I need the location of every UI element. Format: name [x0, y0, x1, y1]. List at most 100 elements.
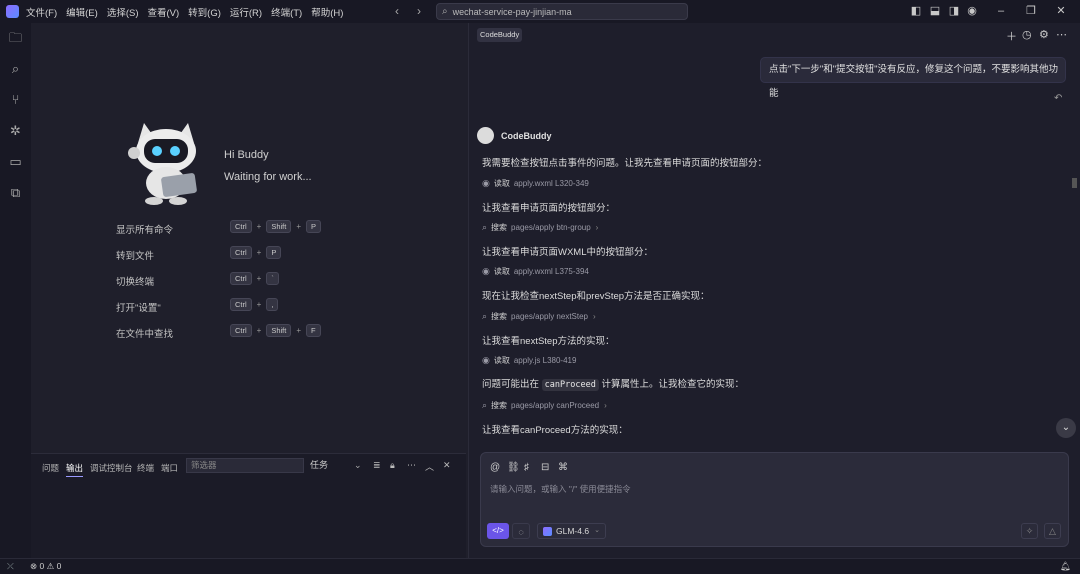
back-arrow-icon[interactable]: ‹: [395, 4, 399, 18]
tab-output[interactable]: 输出: [66, 462, 84, 477]
new-chat-icon[interactable]: ＋: [1006, 28, 1017, 44]
tab-terminal[interactable]: 终端: [137, 462, 154, 474]
remote-explorer-icon[interactable]: ▭: [8, 154, 23, 169]
eye-icon: ◉: [482, 355, 490, 365]
assistant-message: 我需要检查按钮点击事件的问题。让我先查看申请页面的按钮部分：: [482, 158, 768, 169]
search-icon: ⌕: [482, 222, 488, 232]
tool-call-read[interactable]: ◉ 读取 apply.wxml L375-394: [482, 266, 589, 277]
assistant-message: 现在让我检查nextStep和prevStep方法是否正确实现：: [482, 291, 710, 302]
shortcut-label-commands: 显示所有命令: [116, 225, 174, 236]
search-value: wechat-service-pay-jinjian-ma: [452, 6, 572, 17]
scroll-to-bottom-button[interactable]: ⌄: [1056, 418, 1076, 438]
task-select[interactable]: 任务 ⌄: [308, 458, 368, 473]
tab-problems[interactable]: 问题: [42, 462, 59, 474]
mcp-icon[interactable]: ⌘: [558, 462, 568, 473]
more-icon[interactable]: ⋯: [1056, 28, 1067, 41]
shortcut-keys-settings: Ctrl + ,: [230, 298, 279, 311]
extensions-icon[interactable]: ⧉: [8, 185, 23, 200]
chat-mode-icon[interactable]: ◌: [512, 523, 530, 539]
code-mode-button[interactable]: </>: [487, 523, 509, 539]
toggle-panel-icon[interactable]: ⬓: [929, 5, 941, 17]
close-icon[interactable]: ✕: [1055, 5, 1067, 17]
tab-debug-console[interactable]: 调试控制台: [90, 462, 133, 474]
tool-target: apply.js L380-419: [513, 356, 577, 365]
mention-icon[interactable]: @: [490, 462, 500, 473]
knowledge-icon[interactable]: ⊟: [541, 462, 549, 473]
command-center-search[interactable]: ⌕ wechat-service-pay-jinjian-ma: [436, 3, 688, 20]
wrap-lines-icon[interactable]: ≣: [373, 460, 381, 471]
link-icon[interactable]: ⛓: [507, 462, 520, 473]
menu-help[interactable]: 帮助(H): [311, 5, 343, 19]
tool-target: apply.wxml L320-349: [513, 179, 589, 188]
problems-status[interactable]: ⊗ 0 ⚠ 0: [30, 561, 61, 572]
more-actions-icon[interactable]: ⋯: [407, 460, 416, 471]
search-icon: ⌕: [442, 6, 448, 17]
toggle-sidebar-icon[interactable]: ◧: [910, 5, 922, 17]
toggle-secondary-sidebar-icon[interactable]: ◨: [948, 5, 960, 17]
menu-file[interactable]: 文件(F): [26, 5, 57, 19]
shortcut-keys-goto-file: Ctrl + P: [230, 246, 282, 259]
chevron-right-icon: ›: [593, 312, 596, 321]
account-icon[interactable]: ◉: [966, 5, 978, 17]
menu-view[interactable]: 查看(V): [147, 5, 179, 19]
tool-target: apply.wxml L375-394: [513, 267, 589, 276]
menu-goto[interactable]: 转到(G): [188, 5, 221, 19]
undo-icon[interactable]: ↶: [1054, 93, 1062, 104]
warning-count: 0: [56, 561, 62, 571]
tool-verb: 搜索: [491, 223, 508, 232]
tool-verb: 搜索: [491, 312, 508, 321]
task-select-value: 任务: [310, 460, 329, 470]
chevron-right-icon: ›: [595, 223, 599, 232]
rules-icon[interactable]: ♯: [524, 462, 529, 473]
key: Shift: [266, 220, 292, 233]
activity-bar: 🗀 ⌕ ⑂ ✲ ▭ ⧉: [0, 23, 31, 558]
shortcut-keys-find-in-files: Ctrl + Shift + F: [230, 324, 321, 337]
debug-icon[interactable]: ✲: [8, 123, 23, 138]
search-icon[interactable]: ⌕: [8, 61, 23, 76]
history-icon[interactable]: ◷: [1022, 28, 1032, 41]
explorer-icon[interactable]: 🗀: [8, 30, 23, 45]
tab-ports[interactable]: 端口: [161, 462, 178, 474]
search-icon: ⌕: [482, 400, 488, 410]
menu-terminal[interactable]: 终端(T): [271, 5, 302, 19]
shortcut-label-goto-file: 转到文件: [116, 251, 155, 262]
restore-icon[interactable]: ❐: [1025, 5, 1037, 17]
assistant-message: 让我查看申请页面WXML中的按钮部分：: [482, 247, 654, 258]
shortcut-label-find-in-files: 在文件中查找: [116, 329, 174, 340]
key: Ctrl: [230, 298, 252, 311]
tool-call-search[interactable]: ⌕ 搜索 pages/apply nextStep ›: [482, 311, 596, 322]
notifications-bell-icon[interactable]: 🔔︎: [1060, 561, 1071, 572]
remote-icon[interactable]: ⤫: [7, 561, 14, 572]
chat-tab[interactable]: CodeBuddy: [477, 28, 523, 42]
tool-call-read[interactable]: ◉ 读取 apply.js L380-419: [482, 355, 576, 366]
maximize-panel-icon[interactable]: ︿: [425, 460, 434, 473]
key: `: [266, 272, 279, 285]
editor-welcome: Hi Buddy Waiting for work... 显示所有命令 Ctrl…: [31, 23, 466, 453]
enhance-prompt-icon[interactable]: ✧: [1021, 523, 1038, 539]
source-control-icon[interactable]: ⑂: [8, 92, 23, 107]
menu-select[interactable]: 选择(S): [107, 5, 139, 19]
chat-composer[interactable]: @ ⛓ ♯ ⊟ ⌘ 请输入问题，或输入 "/" 使用便捷指令 </> ◌ GLM…: [480, 452, 1069, 547]
key: Ctrl: [230, 246, 252, 259]
assistant-message: 让我查看申请页面的按钮部分：: [482, 203, 616, 214]
lock-icon[interactable]: 🔒︎: [390, 460, 395, 471]
tool-call-search[interactable]: ⌕ 搜索 pages/apply btn-group ›: [482, 222, 598, 233]
assistant-name: CodeBuddy: [501, 131, 552, 141]
tool-call-read[interactable]: ◉ 读取 apply.wxml L320-349: [482, 178, 589, 189]
send-icon[interactable]: △: [1044, 523, 1061, 539]
chat-input-placeholder[interactable]: 请输入问题，或输入 "/" 使用便捷指令: [490, 483, 631, 495]
shortcut-label-terminal: 切换终端: [116, 277, 155, 288]
filter-input[interactable]: 筛选器: [186, 458, 304, 473]
model-select[interactable]: GLM-4.6 ⌄: [537, 523, 606, 539]
menu-edit[interactable]: 编辑(E): [66, 5, 98, 19]
codebuddy-chat-panel: CodeBuddy ＋ ◷ ⚙ ⋯ 点击"下一步"和"提交按钮"没有反应，修复这…: [468, 23, 1080, 558]
tool-call-search[interactable]: ⌕ 搜索 pages/apply canProceed ›: [482, 400, 607, 411]
bottom-panel: 问题 输出 调试控制台 终端 端口 筛选器 任务 ⌄ ≣ 🔒︎ ⋯ ︿ ✕: [31, 453, 466, 558]
scrollbar-thumb[interactable]: [1072, 178, 1077, 188]
minimize-icon[interactable]: –: [995, 5, 1007, 17]
menu-run[interactable]: 运行(R): [230, 5, 262, 19]
close-panel-icon[interactable]: ✕: [443, 460, 451, 471]
app-logo-icon: [6, 5, 19, 18]
settings-gear-icon[interactable]: ⚙: [1039, 28, 1049, 41]
forward-arrow-icon[interactable]: ›: [417, 4, 421, 18]
